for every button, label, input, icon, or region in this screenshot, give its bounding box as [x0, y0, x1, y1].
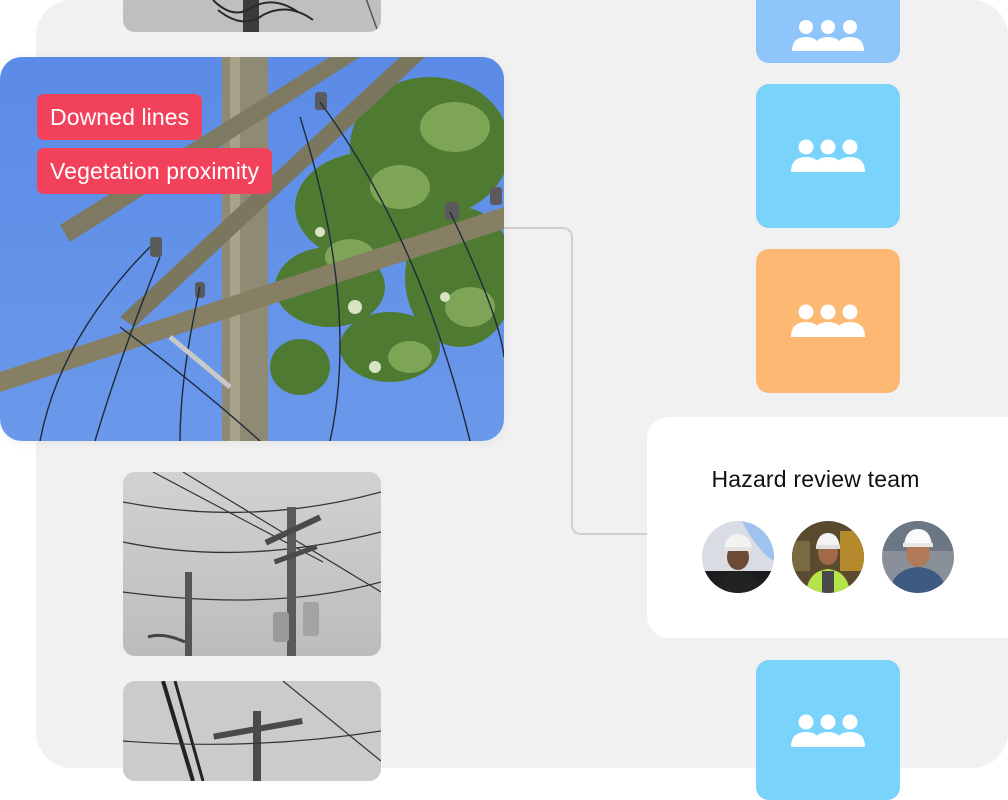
team-tile[interactable]: [756, 0, 900, 63]
utility-pole-photo: [123, 0, 381, 32]
hazard-review-team-card[interactable]: Hazard review team: [647, 417, 1008, 638]
team-icon: [791, 139, 865, 172]
photo-thumbnail[interactable]: [123, 681, 381, 781]
team-tile[interactable]: [756, 660, 900, 800]
team-member-photo: [792, 521, 864, 593]
team-icon: [791, 304, 865, 337]
utility-pole-photo: [123, 681, 381, 781]
avatar[interactable]: [702, 521, 774, 593]
photo-thumbnail[interactable]: [123, 472, 381, 656]
hazard-photo-card[interactable]: Downed lines Vegetation proximity: [0, 57, 504, 441]
avatar[interactable]: [882, 521, 954, 593]
hazard-tag-vegetation-proximity[interactable]: Vegetation proximity: [37, 148, 273, 194]
team-icon: [791, 714, 865, 747]
hazard-tag-downed-lines[interactable]: Downed lines: [37, 94, 203, 140]
card-title: Hazard review team: [711, 466, 920, 492]
avatar[interactable]: [792, 521, 864, 593]
team-tile[interactable]: [756, 84, 900, 228]
team-member-photo: [882, 521, 954, 593]
team-icon: [792, 19, 864, 51]
photo-thumbnail[interactable]: [123, 0, 381, 32]
utility-pole-photo: [123, 472, 381, 656]
team-tile[interactable]: [756, 249, 900, 393]
team-member-photo: [702, 521, 774, 593]
